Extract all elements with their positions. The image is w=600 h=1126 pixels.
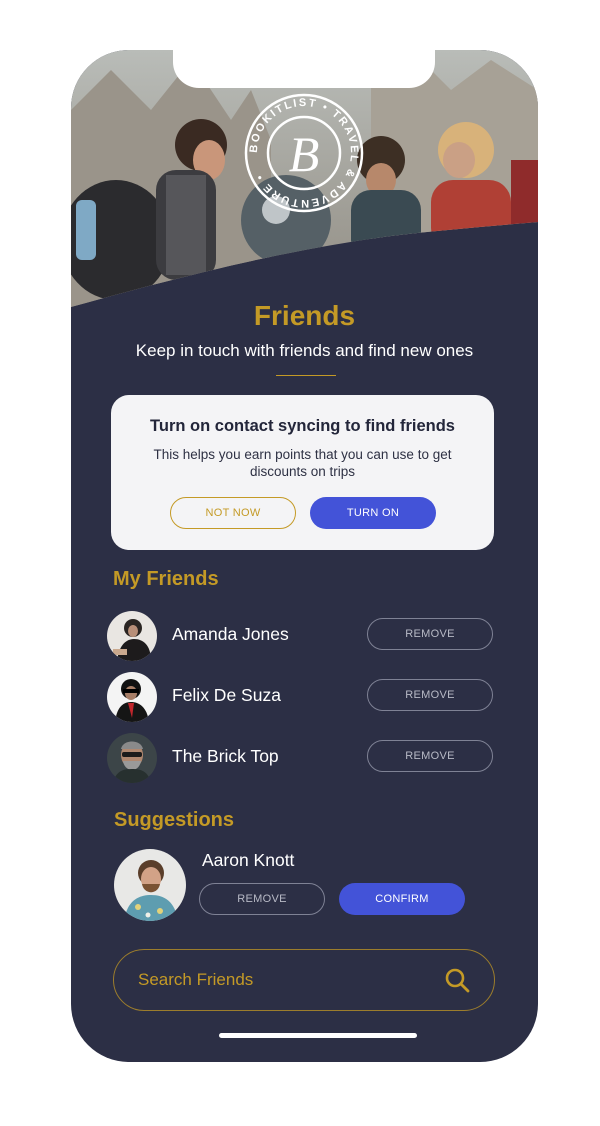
search-bar: [113, 949, 495, 1011]
remove-suggestion-button[interactable]: REMOVE: [199, 883, 325, 915]
not-now-button[interactable]: NOT NOW: [170, 497, 296, 529]
remove-friend-button[interactable]: REMOVE: [367, 618, 493, 650]
friend-row: The Brick Top REMOVE: [107, 733, 497, 783]
logo-letter: B: [289, 126, 320, 182]
search-icon[interactable]: [444, 967, 470, 993]
home-indicator[interactable]: [219, 1033, 417, 1038]
suggestion-avatar[interactable]: [114, 849, 186, 921]
suggestion-name: Aaron Knott: [202, 850, 295, 870]
friend-row: Felix De Suza REMOVE: [107, 672, 497, 722]
my-friends-heading: My Friends: [113, 568, 219, 590]
phone-screen: BOOKITLIST • TRAVEL & ADVENTURE • B Frie…: [71, 50, 538, 1062]
friend-name: Felix De Suza: [172, 685, 281, 705]
suggestions-heading: Suggestions: [114, 809, 235, 831]
remove-friend-button[interactable]: REMOVE: [367, 740, 493, 772]
remove-friend-button[interactable]: REMOVE: [367, 679, 493, 711]
page-subtitle: Keep in touch with friends and find new …: [135, 341, 474, 360]
friend-name: Amanda Jones: [172, 624, 289, 644]
title-divider: [276, 375, 336, 376]
confirm-suggestion-button[interactable]: CONFIRM: [339, 883, 465, 915]
page-title: Friends: [253, 300, 356, 331]
contact-sync-card: Turn on contact syncing to find friends …: [111, 395, 494, 550]
hero-photo: BOOKITLIST • TRAVEL & ADVENTURE • B: [71, 50, 538, 307]
friend-avatar[interactable]: [107, 611, 157, 661]
friend-avatar[interactable]: [107, 672, 157, 722]
friend-name: The Brick Top: [172, 746, 279, 766]
device-notch: [173, 50, 435, 88]
friend-avatar[interactable]: [107, 733, 157, 783]
sync-card-body: This helps you earn points that you can …: [153, 447, 452, 479]
sync-card-title: Turn on contact syncing to find friends: [150, 417, 455, 435]
turn-on-button[interactable]: TURN ON: [310, 497, 436, 529]
search-input[interactable]: [138, 950, 428, 1010]
friend-row: Amanda Jones REMOVE: [107, 611, 497, 661]
